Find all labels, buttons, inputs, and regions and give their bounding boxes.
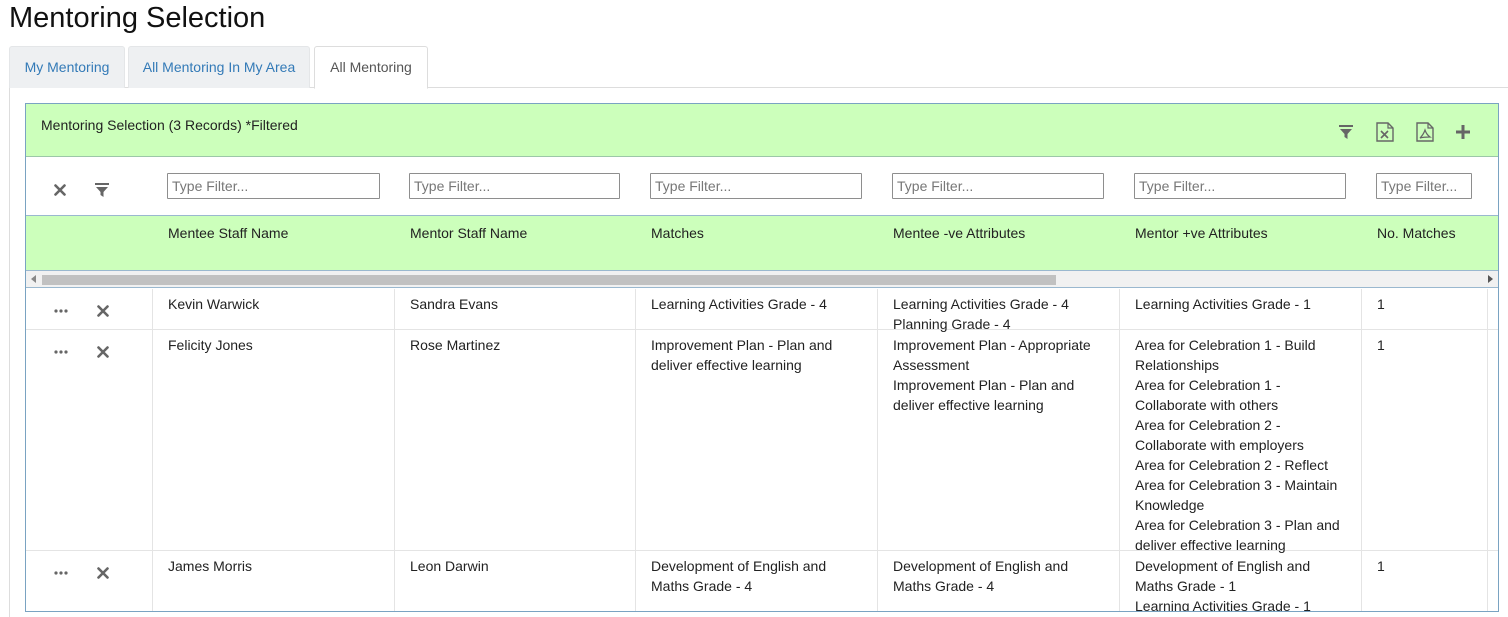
row-menu-icon[interactable]: [53, 565, 69, 581]
column-header-no-matches[interactable]: No. Matches: [1377, 225, 1456, 241]
column-header-mentee-staff-name[interactable]: Mentee Staff Name: [168, 225, 288, 241]
mentor-name: Leon Darwin: [410, 558, 489, 574]
no-matches-filter-input[interactable]: [1376, 173, 1472, 199]
cell-matches: Development of English and Maths Grade -…: [635, 551, 877, 611]
cell-mentee-staff-name: Kevin Warwick: [152, 289, 394, 329]
tab-my-mentoring[interactable]: My Mentoring: [9, 46, 125, 88]
mentor-attributes-filter-input[interactable]: [1134, 173, 1346, 199]
cell-no-matches: 1: [1361, 551, 1487, 611]
grid-body: Kevin Warwick Sandra Evans Learning Acti…: [26, 289, 1498, 612]
mentor-staff-name-filter-input[interactable]: [409, 173, 620, 199]
excel-export-icon[interactable]: [1374, 120, 1396, 144]
cell-matches: Learning Activities Grade - 4: [635, 289, 877, 329]
filter-icon[interactable]: [94, 182, 110, 198]
mentee-attributes-filter-input[interactable]: [892, 173, 1104, 199]
matches-filter-input[interactable]: [650, 173, 862, 199]
cell-mentee-attributes: Improvement Plan - Appropriate Assessmen…: [877, 330, 1119, 550]
cell-mentor-attributes: Area for Celebration 1 - Build Relations…: [1119, 330, 1361, 553]
table-row[interactable]: James Morris Leon Darwin Development of …: [26, 551, 1498, 612]
column-header-mentor-staff-name[interactable]: Mentor Staff Name: [410, 225, 527, 241]
attribute-item: Improvement Plan - Plan and deliver effe…: [893, 377, 1075, 413]
mentee-name: Felicity Jones: [168, 337, 253, 353]
scrollbar-thumb[interactable]: [42, 275, 1056, 285]
scroll-right-arrow-icon[interactable]: [1488, 275, 1493, 283]
cell-mentee-staff-name: Felicity Jones: [152, 330, 394, 550]
page-title: Mentoring Selection: [9, 2, 266, 34]
delete-row-icon[interactable]: [95, 565, 111, 581]
row-menu-icon[interactable]: [53, 303, 69, 319]
cell-spacer: [1487, 551, 1498, 611]
match-item: Development of English and Maths Grade -…: [651, 558, 827, 594]
match-count: 1: [1377, 296, 1385, 312]
match-item: Learning Activities Grade - 4: [651, 296, 827, 312]
attribute-item: Learning Activities Grade - 1: [1135, 598, 1311, 612]
panel-header: Mentoring Selection (3 Records) *Filtere…: [26, 104, 1498, 157]
cell-mentee-attributes: Development of English and Maths Grade -…: [877, 551, 1119, 611]
cell-mentor-staff-name: Leon Darwin: [394, 551, 635, 611]
mentoring-grid-panel: Mentoring Selection (3 Records) *Filtere…: [25, 103, 1499, 612]
match-count: 1: [1377, 558, 1385, 574]
cell-no-matches: 1: [1361, 289, 1487, 329]
clear-filter-icon[interactable]: [52, 182, 68, 198]
scroll-left-arrow-icon[interactable]: [31, 275, 36, 283]
attribute-item: Improvement Plan - Appropriate Assessmen…: [893, 337, 1091, 373]
cell-spacer: [1487, 289, 1498, 329]
match-item: Improvement Plan - Plan and deliver effe…: [651, 337, 833, 373]
cell-mentor-staff-name: Rose Martinez: [394, 330, 635, 550]
cell-mentor-attributes: Development of English and Maths Grade -…: [1119, 551, 1361, 612]
delete-row-icon[interactable]: [95, 303, 111, 319]
tab-bar: My Mentoring All Mentoring In My Area Al…: [9, 46, 1508, 89]
cell-matches: Improvement Plan - Plan and deliver effe…: [635, 330, 877, 550]
pdf-export-icon[interactable]: [1414, 120, 1436, 144]
delete-row-icon[interactable]: [95, 344, 111, 360]
attribute-item: Area for Celebration 1 - Collaborate wit…: [1135, 377, 1281, 413]
filter-icon[interactable]: [1335, 120, 1357, 144]
attribute-item: Area for Celebration 2 - Reflect: [1135, 457, 1328, 473]
tab-content-border: [9, 88, 10, 617]
column-header-row: Mentee Staff Name Mentor Staff Name Matc…: [26, 216, 1498, 271]
tab-all-mentoring[interactable]: All Mentoring: [314, 46, 428, 89]
mentee-name: James Morris: [168, 558, 253, 574]
attribute-item: Area for Celebration 3 - Plan and delive…: [1135, 517, 1340, 553]
attribute-item: Learning Activities Grade - 1: [1135, 296, 1311, 312]
attribute-item: Learning Activities Grade - 4: [893, 296, 1069, 312]
cell-mentor-staff-name: Sandra Evans: [394, 289, 635, 329]
attribute-item: Area for Celebration 3 - Maintain Knowle…: [1135, 477, 1338, 513]
mentee-staff-name-filter-input[interactable]: [167, 173, 380, 199]
cell-mentee-attributes: Learning Activities Grade - 4 Planning G…: [877, 289, 1119, 332]
table-row[interactable]: Kevin Warwick Sandra Evans Learning Acti…: [26, 289, 1498, 332]
attribute-item: Development of English and Maths Grade -…: [1135, 558, 1311, 594]
attribute-item: Area for Celebration 1 - Build Relations…: [1135, 337, 1316, 373]
panel-title: Mentoring Selection (3 Records) *Filtere…: [41, 117, 298, 133]
cell-spacer: [1487, 330, 1498, 550]
mentor-name: Sandra Evans: [410, 296, 498, 312]
mentee-name: Kevin Warwick: [168, 296, 260, 312]
column-header-mentee-attributes[interactable]: Mentee -ve Attributes: [893, 225, 1025, 241]
attribute-item: Development of English and Maths Grade -…: [893, 558, 1069, 594]
row-menu-icon[interactable]: [53, 344, 69, 360]
cell-mentor-attributes: Learning Activities Grade - 1: [1119, 289, 1361, 329]
horizontal-scrollbar[interactable]: [26, 271, 1498, 288]
cell-mentee-staff-name: James Morris: [152, 551, 394, 611]
mentor-name: Rose Martinez: [410, 337, 501, 353]
add-icon[interactable]: [1452, 120, 1474, 144]
attribute-item: Area for Celebration 2 - Collaborate wit…: [1135, 417, 1304, 453]
column-header-mentor-attributes[interactable]: Mentor +ve Attributes: [1135, 225, 1268, 241]
filter-row: [26, 157, 1498, 216]
match-count: 1: [1377, 337, 1385, 353]
column-header-matches[interactable]: Matches: [651, 225, 704, 241]
table-row[interactable]: Felicity Jones Rose Martinez Improvement…: [26, 330, 1498, 553]
tab-all-mentoring-in-my-area[interactable]: All Mentoring In My Area: [128, 46, 310, 88]
cell-no-matches: 1: [1361, 330, 1487, 550]
